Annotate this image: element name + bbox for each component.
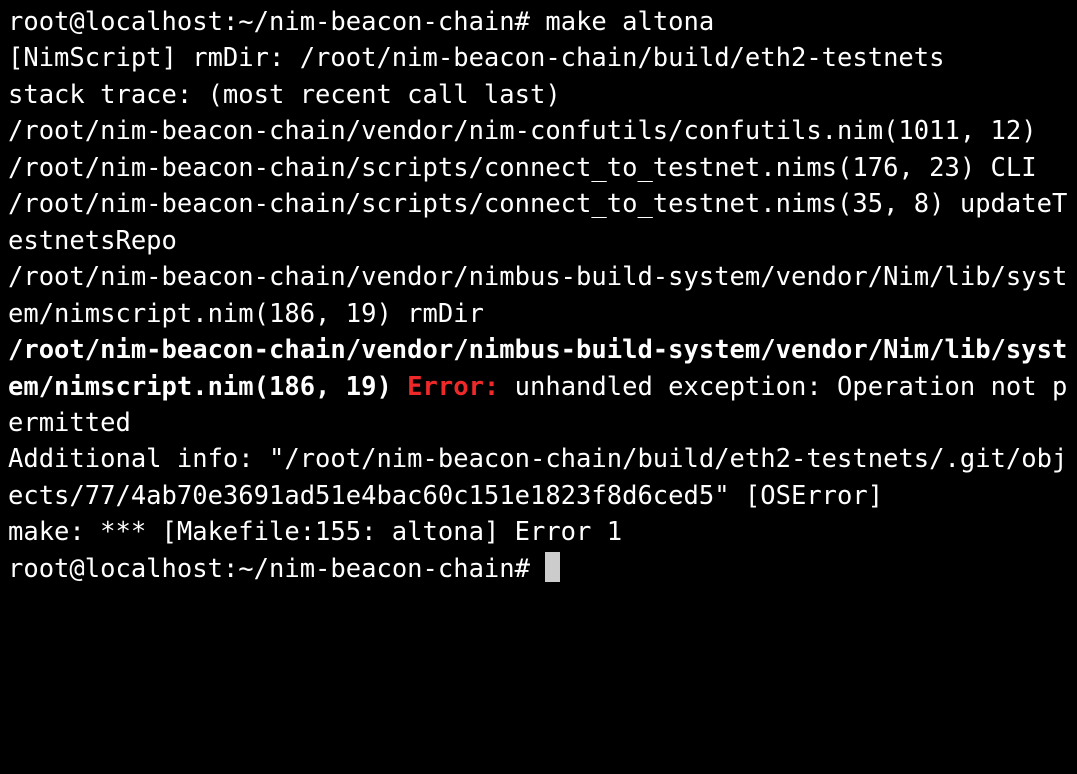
prompt-cwd: ~/nim-beacon-chain — [238, 554, 514, 584]
output-line: /root/nim-beacon-chain/vendor/nim-confut… — [8, 116, 1037, 146]
error-label: Error: — [407, 372, 499, 402]
prompt-user-host: root@localhost — [8, 7, 223, 37]
output-line: [NimScript] rmDir: /root/nim-beacon-chai… — [8, 43, 945, 73]
output-line: /root/nim-beacon-chain/scripts/connect_t… — [8, 153, 1037, 183]
output-line: Additional info: "/root/nim-beacon-chain… — [8, 444, 1067, 510]
prompt-cwd: ~/nim-beacon-chain — [238, 7, 514, 37]
terminal-output[interactable]: root@localhost:~/nim-beacon-chain# make … — [0, 0, 1077, 591]
output-line: /root/nim-beacon-chain/scripts/connect_t… — [8, 189, 1067, 255]
prompt-user-host: root@localhost — [8, 554, 223, 584]
command-text: make altona — [545, 7, 714, 37]
cursor — [545, 552, 560, 581]
output-line: stack trace: (most recent call last) — [8, 80, 561, 110]
output-line: /root/nim-beacon-chain/vendor/nimbus-bui… — [8, 262, 1067, 328]
prompt-symbol: # — [515, 554, 530, 584]
prompt-symbol: # — [515, 7, 530, 37]
output-line: make: *** [Makefile:155: altona] Error 1 — [8, 517, 622, 547]
